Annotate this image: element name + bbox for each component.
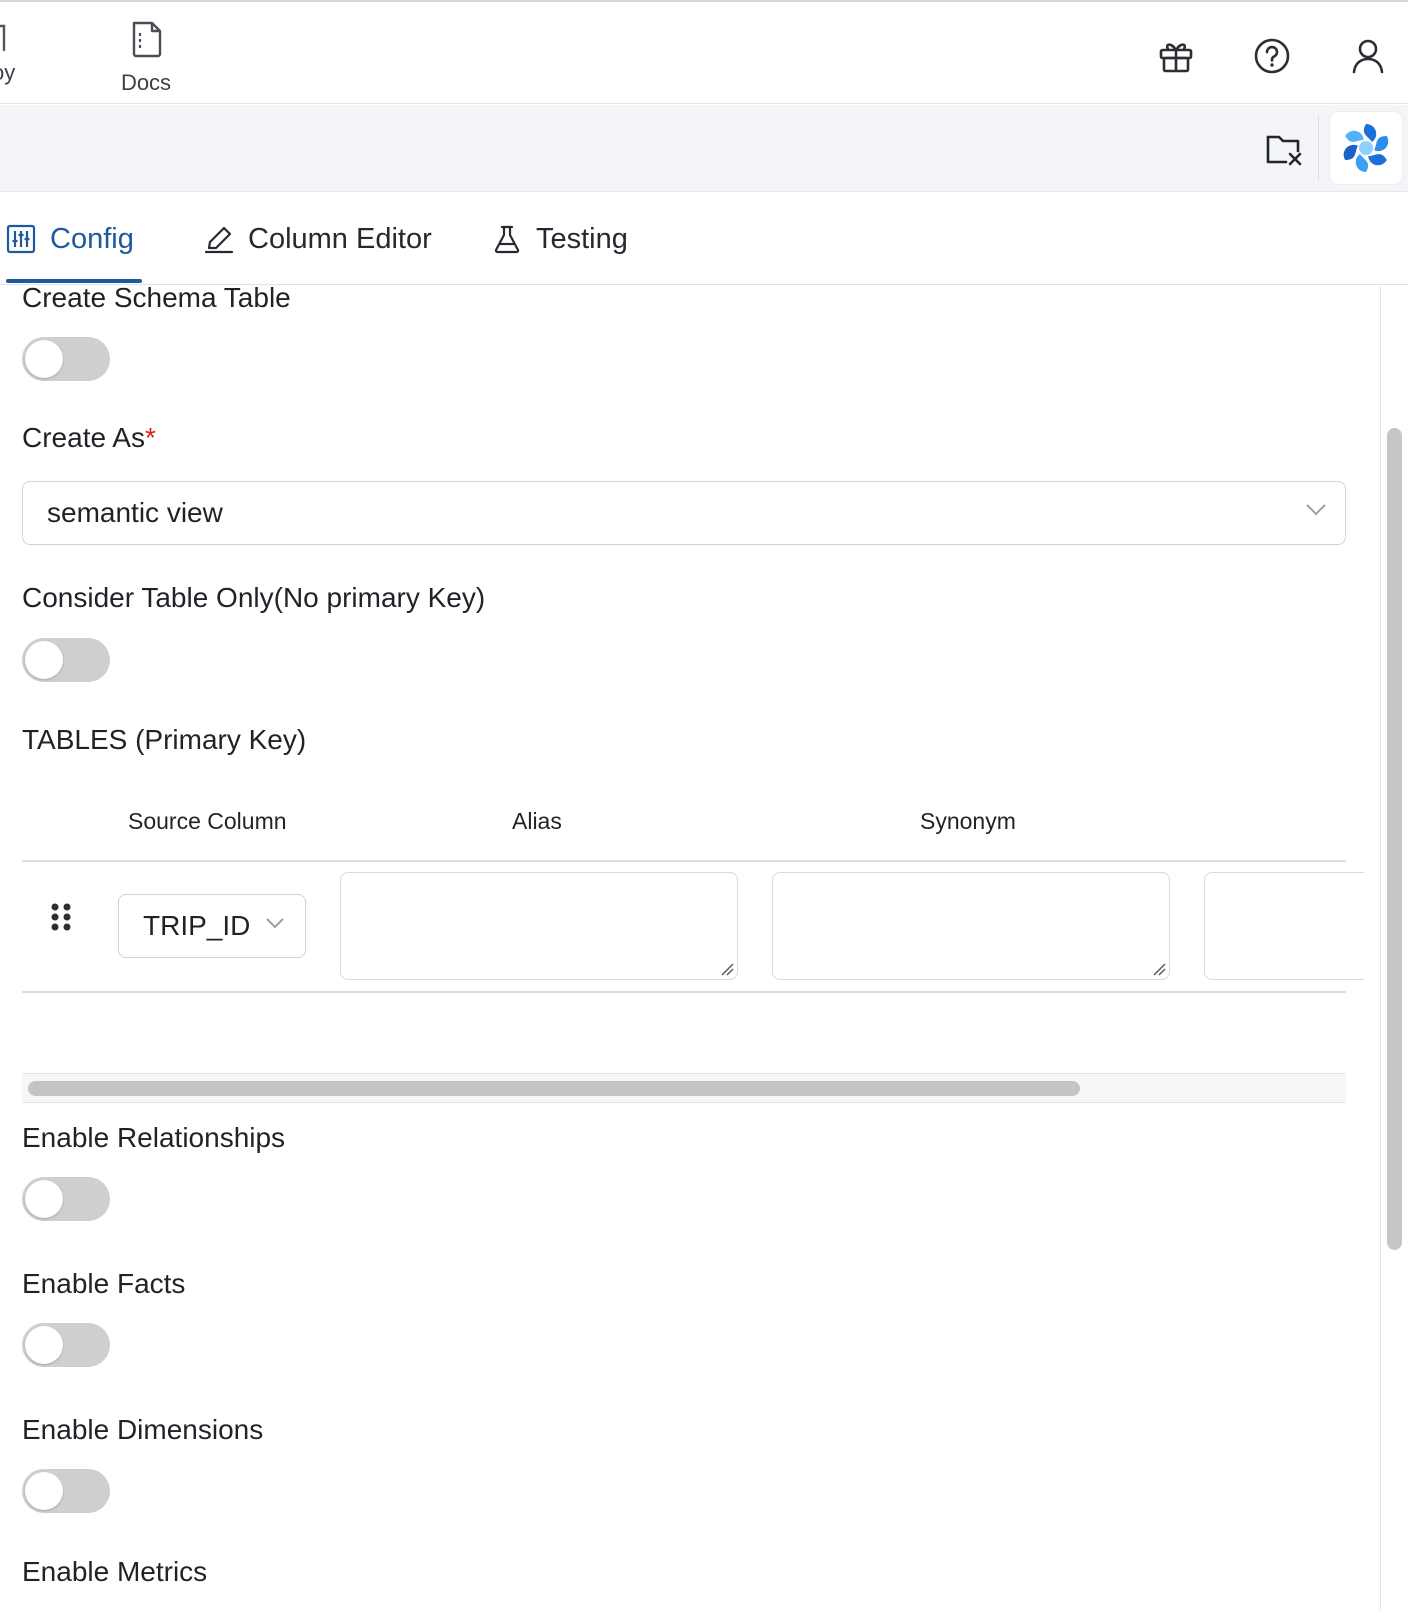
source-column-select[interactable]: TRIP_ID xyxy=(118,894,306,958)
column-header-source: Source Column xyxy=(128,808,287,834)
drag-handle-icon[interactable] xyxy=(50,903,72,939)
required-mark: * xyxy=(144,422,156,453)
create-as-select[interactable]: semantic view xyxy=(22,481,1346,545)
table-horizontal-scrollbar[interactable] xyxy=(22,1073,1346,1103)
enable-facts-toggle[interactable] xyxy=(22,1323,110,1367)
synonym-textarea[interactable] xyxy=(772,872,1170,980)
toggle-knob xyxy=(25,1472,63,1510)
table-header-divider xyxy=(22,860,1346,862)
app-root: oy Docs xyxy=(0,0,1408,1616)
tab-bar: Config Column Editor Testing xyxy=(0,193,1408,285)
tables-section-title: TABLES (Primary Key) xyxy=(22,724,307,755)
column-header-synonym: Synonym xyxy=(920,808,1016,834)
toolbar-divider xyxy=(1318,115,1319,181)
column-header-alias: Alias xyxy=(512,808,562,834)
chevron-down-icon xyxy=(1306,504,1326,516)
nav-item-docs[interactable]: Docs xyxy=(110,20,182,96)
content-vertical-scrollbar[interactable] xyxy=(1387,428,1402,1250)
enable-metrics-label: Enable Metrics xyxy=(22,1556,208,1587)
consider-table-only-toggle[interactable] xyxy=(22,638,110,682)
create-as-label-text: Create As xyxy=(22,422,145,453)
tab-column-editor-label: Column Editor xyxy=(248,222,432,255)
toggle-knob xyxy=(25,1180,63,1218)
nav-item-partial[interactable]: oy xyxy=(0,20,15,86)
consider-table-only-label: Consider Table Only(No primary Key) xyxy=(22,582,486,613)
file-icon xyxy=(132,21,162,58)
enable-relationships-toggle[interactable] xyxy=(22,1177,110,1221)
create-schema-table-label: Create Schema Table xyxy=(22,286,291,313)
resize-grip-icon[interactable] xyxy=(720,962,734,976)
toggle-knob xyxy=(25,641,63,679)
scrollbar-thumb[interactable] xyxy=(28,1081,1080,1096)
top-nav: oy Docs xyxy=(0,0,1408,104)
extra-column-field[interactable] xyxy=(1204,872,1364,980)
create-schema-table-toggle[interactable] xyxy=(22,337,110,381)
gift-icon[interactable] xyxy=(1156,36,1196,76)
create-as-label: Create As* xyxy=(22,422,156,454)
tab-column-editor[interactable]: Column Editor xyxy=(204,219,432,259)
nav-item-partial-label: oy xyxy=(0,60,16,85)
create-as-value: semantic view xyxy=(47,497,223,528)
tab-testing[interactable]: Testing xyxy=(492,219,628,259)
enable-dimensions-label: Enable Dimensions xyxy=(22,1414,264,1445)
tab-testing-label: Testing xyxy=(536,222,628,255)
chevron-down-icon xyxy=(266,918,284,929)
enable-dimensions-toggle[interactable] xyxy=(22,1469,110,1513)
app-logo-button[interactable] xyxy=(1330,112,1402,184)
folder-close-icon[interactable] xyxy=(1264,129,1304,169)
app-logo-icon xyxy=(1343,124,1389,172)
partial-nav-icon xyxy=(0,24,5,52)
enable-facts-label: Enable Facts xyxy=(22,1268,186,1299)
nav-item-docs-label: Docs xyxy=(120,70,172,95)
flask-icon xyxy=(494,225,520,254)
sliders-icon xyxy=(6,224,36,254)
toggle-knob xyxy=(25,340,63,378)
user-icon[interactable] xyxy=(1348,36,1388,76)
resize-grip-icon[interactable] xyxy=(1152,962,1166,976)
tab-config[interactable]: Config xyxy=(6,219,134,259)
table-row-divider xyxy=(22,991,1346,993)
toggle-knob xyxy=(25,1326,63,1364)
config-form: Create Schema Table Create As* semantic … xyxy=(0,286,1380,1610)
help-icon[interactable] xyxy=(1252,36,1292,76)
alias-textarea[interactable] xyxy=(340,872,738,980)
source-column-value: TRIP_ID xyxy=(143,910,251,941)
secondary-toolbar xyxy=(0,105,1408,192)
tab-config-label: Config xyxy=(50,222,134,255)
active-tab-indicator xyxy=(6,279,142,283)
content-scroll-track xyxy=(1380,286,1381,1610)
enable-relationships-label: Enable Relationships xyxy=(22,1122,286,1153)
pencil-icon xyxy=(204,226,234,254)
